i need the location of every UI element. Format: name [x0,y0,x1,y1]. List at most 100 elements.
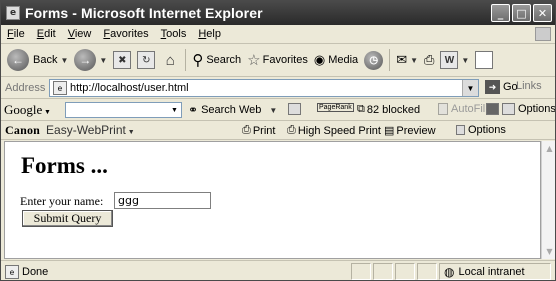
printer-icon: ⎙ [424,52,435,67]
address-url: http://localhost/user.html [70,82,189,94]
favorites-button[interactable]: ☆ Favorites [244,47,311,73]
menu-view[interactable]: View [62,28,98,40]
stop-button[interactable]: ✖ [110,47,134,73]
name-label: Enter your name: [20,194,104,208]
mail-icon: ✉ [396,52,408,67]
google-logo[interactable]: Google ▼ [4,102,51,118]
print-button[interactable]: ⎙ [421,47,437,73]
canon-preview-button[interactable]: ▤ Preview [384,124,436,138]
menu-edit[interactable]: Edit [31,28,62,40]
go-arrow-icon: ➜ [485,80,500,94]
favorites-label: Favorites [262,54,308,66]
high-speed-print-label: High Speed Print [297,124,381,137]
menu-file[interactable]: File [1,28,31,40]
links-button[interactable]: Links [516,80,542,92]
search-label: Search [206,54,242,66]
browser-window: e Forms - Microsoft Internet Explorer _ … [0,0,556,281]
chevron-down-icon[interactable]: ▼ [410,56,418,65]
chevron-down-icon[interactable]: ▼ [461,56,469,65]
menu-favorites[interactable]: Favorites [97,28,154,40]
chevron-down-icon[interactable]: ▼ [168,103,181,117]
chevron-down-icon[interactable]: ▼ [60,56,68,65]
submit-query-button[interactable]: Submit Query [22,210,113,227]
maximize-button[interactable]: □ [512,4,531,22]
autofill-button[interactable]: AutoFill [438,103,488,115]
page-icon: e [5,265,19,279]
history-button[interactable]: ◷ [361,47,386,73]
vertical-scrollbar[interactable]: ▲ ▼ [541,141,555,259]
word-edit-icon: W [440,51,459,69]
easy-webprint-menu[interactable]: Easy-WebPrint ▼ [46,123,135,137]
favorites-star-icon: ☆ [247,52,261,69]
media-button[interactable]: ◉ Media [311,47,361,73]
address-label: Address [5,81,46,94]
ie-app-icon[interactable]: e [6,6,20,20]
options-icon [456,125,465,135]
google-search-input[interactable]: ▼ [65,102,182,118]
edit-button[interactable]: W ▼ [437,47,472,73]
popup-blocker-icon: ⧉ [357,103,365,115]
refresh-button[interactable]: ↻ [134,47,158,73]
menu-help[interactable]: Help [192,28,227,40]
printer-icon: ⎙ [242,124,251,136]
title-bar[interactable]: e Forms - Microsoft Internet Explorer _ … [1,1,555,25]
google-options-label: Options [518,103,556,115]
autofill-icon [438,103,448,115]
canon-options-button[interactable]: Options [456,124,506,136]
discuss-button[interactable] [472,47,496,73]
search-web-button[interactable]: ⚭ Search Web ▼ [188,103,277,117]
close-button[interactable]: ✕ [533,4,552,22]
standard-toolbar: ← Back ▼ → ▼ ✖ ↻ ⌂ ⚲ Search ☆ Favorites … [1,44,555,77]
windows-flag-icon [535,27,551,41]
google-options-button[interactable]: Options [486,103,556,115]
home-button[interactable]: ⌂ [158,47,182,73]
canon-preview-label: Preview [396,124,436,137]
google-logo-text: Google [4,101,43,117]
forward-button[interactable]: → ▼ [71,47,110,73]
status-pane [373,263,393,280]
forward-arrow-icon: → [74,49,97,71]
status-zone: ◍ Local intranet [444,265,525,279]
google-news-button[interactable] [288,103,304,115]
back-label: Back [33,54,58,66]
binoculars-icon: ⚭ [188,103,199,117]
refresh-icon: ↻ [137,51,156,69]
minimize-button[interactable]: _ [491,4,510,22]
address-input[interactable]: e http://localhost/user.html ▼ [49,79,479,97]
home-icon: ⌂ [165,51,175,69]
discuss-icon [475,51,494,69]
media-label: Media [328,54,359,66]
pagerank-indicator[interactable]: PageRank [317,103,357,112]
mail-button[interactable]: ✉ ▼ [393,47,421,73]
chevron-down-icon[interactable]: ▼ [269,106,277,115]
back-arrow-icon: ← [7,49,29,71]
status-zone-label: Local intranet [458,266,525,278]
status-bar: e Done ◍ Local intranet [1,260,555,280]
menu-tools[interactable]: Tools [155,28,193,40]
search-button[interactable]: ⚲ Search [189,47,244,73]
options-icon [486,103,499,115]
popup-blocker-button[interactable]: ⧉ 82 blocked [357,103,420,116]
page-content: Forms ... Enter your name: ggg Submit Qu… [4,141,541,259]
canon-print-label: Print [252,124,276,137]
canon-print-button[interactable]: ⎙ Print [242,124,275,137]
back-button[interactable]: ← Back ▼ [4,47,71,73]
chevron-down-icon[interactable]: ▼ [462,80,478,96]
stop-icon: ✖ [113,51,132,69]
status-done-label: Done [22,266,49,278]
status-done: e Done [5,265,48,279]
high-speed-printer-icon: ⎙ [287,124,296,136]
scroll-down-icon[interactable]: ▼ [543,245,555,258]
scroll-up-icon[interactable]: ▲ [543,142,555,155]
chevron-down-icon[interactable]: ▼ [99,56,107,65]
search-icon: ⚲ [192,52,204,69]
canon-toolbar: Canon Easy-WebPrint ▼ ⎙ Print ⎙ High Spe… [1,121,555,140]
high-speed-print-button[interactable]: ⎙ High Speed Print [287,124,381,137]
status-pane [417,263,437,280]
autofill-label: AutoFill [451,103,488,115]
search-web-label: Search Web [201,104,262,116]
easy-webprint-label: Easy-WebPrint [46,123,126,137]
name-input[interactable]: ggg [114,192,211,209]
go-button[interactable]: ➜ Go [485,80,518,94]
news-icon [288,103,301,115]
